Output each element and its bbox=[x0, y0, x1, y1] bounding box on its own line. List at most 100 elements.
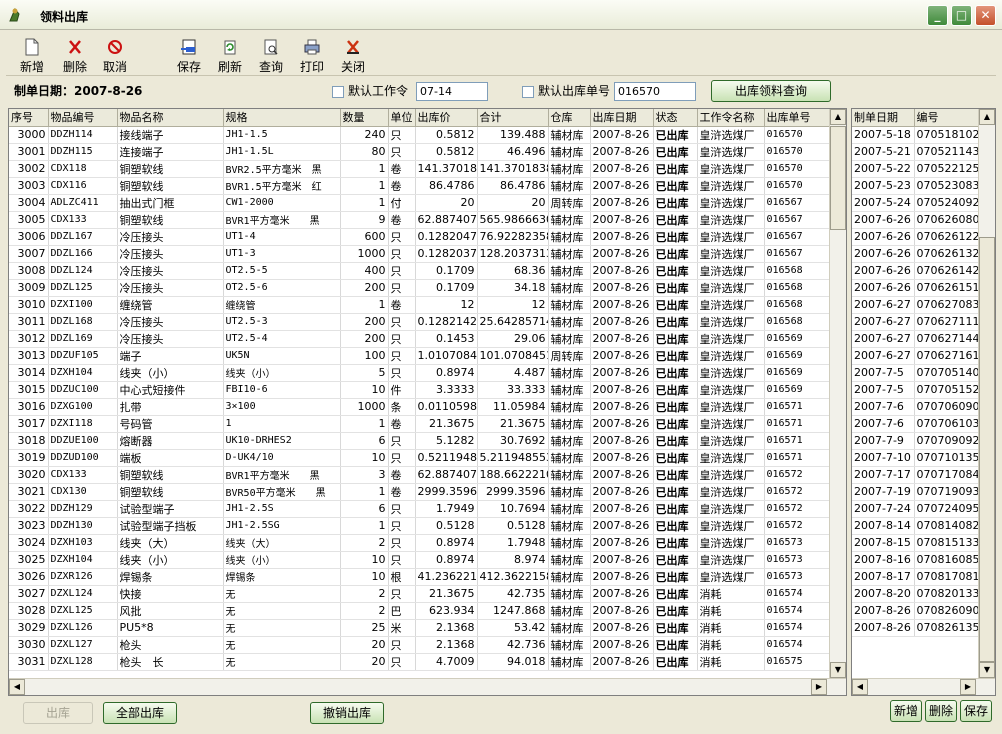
table-cell[interactable]: 已出库 bbox=[653, 160, 698, 178]
table-cell[interactable]: 2007-8-14 bbox=[852, 517, 915, 535]
table-cell[interactable]: 皇浒选煤厂 bbox=[697, 228, 765, 246]
table-row[interactable]: 3005CDX133铜塑软线BVR1平方毫米 黑9卷62.8874070565.… bbox=[9, 211, 832, 229]
table-cell[interactable]: 80 bbox=[340, 143, 389, 161]
table-cell[interactable]: 焊锡条 bbox=[117, 568, 224, 586]
table-cell[interactable]: 2007-8-26 bbox=[590, 551, 654, 569]
list-item[interactable]: 2007-6-26 0706260807 bbox=[852, 211, 995, 229]
table-cell[interactable]: 3002 bbox=[9, 160, 49, 178]
table-cell[interactable]: 412.3622158 bbox=[477, 568, 549, 586]
table-cell[interactable]: 已出库 bbox=[653, 483, 698, 501]
table-cell[interactable]: 016573 bbox=[764, 551, 832, 569]
table-cell[interactable]: DZXG100 bbox=[48, 398, 118, 416]
table-cell[interactable]: 10 bbox=[340, 381, 389, 399]
table-cell[interactable]: 辅材库 bbox=[548, 500, 591, 518]
table-cell[interactable]: 2007-8-26 bbox=[590, 364, 654, 382]
table-cell[interactable]: 已出库 bbox=[653, 262, 698, 280]
table-cell[interactable]: 辅材库 bbox=[548, 228, 591, 246]
table-cell[interactable]: 623.934 bbox=[415, 602, 478, 620]
table-cell[interactable]: DDZH114 bbox=[48, 126, 118, 144]
table-cell[interactable]: 016571 bbox=[764, 432, 832, 450]
table-row[interactable]: 3020CDX133铜塑软线BVR1平方毫米 黑3卷62.8874070188.… bbox=[9, 466, 832, 484]
table-cell[interactable]: 11.05984 bbox=[477, 398, 549, 416]
table-cell[interactable]: 016568 bbox=[764, 279, 832, 297]
table-cell[interactable]: 辅材库 bbox=[548, 245, 591, 263]
table-cell[interactable]: 2 bbox=[340, 534, 389, 552]
table-cell[interactable]: 线夹（小） bbox=[117, 551, 224, 569]
table-cell[interactable]: 1 bbox=[340, 194, 389, 212]
column-header[interactable]: 制单日期 bbox=[852, 109, 915, 127]
table-cell[interactable]: 2007-7-5 bbox=[852, 364, 915, 382]
table-cell[interactable]: 枪头 长 bbox=[117, 653, 224, 671]
table-row[interactable]: 3002 CDX118 铜塑软线 BVR2.5平方毫米 黑 1 卷 141.37018 141… bbox=[9, 160, 832, 178]
list-item[interactable]: 2007-7-19 0707190939 bbox=[852, 483, 995, 501]
column-header[interactable]: 出库价 bbox=[415, 109, 478, 127]
table-cell[interactable]: 10.7694 bbox=[477, 500, 549, 518]
print-button[interactable]: 打印 bbox=[292, 36, 332, 74]
table-cell[interactable]: 卷 bbox=[388, 296, 416, 314]
table-cell[interactable]: 已出库 bbox=[653, 432, 698, 450]
list-item[interactable]: 2007-6-27 0706271441 bbox=[852, 330, 995, 348]
table-cell[interactable]: 016570 bbox=[764, 143, 832, 161]
table-cell[interactable]: 3004 bbox=[9, 194, 49, 212]
table-cell[interactable]: 3007 bbox=[9, 245, 49, 263]
table-cell[interactable]: 2007-8-26 bbox=[590, 194, 654, 212]
table-cell[interactable]: 线夹（大） bbox=[223, 534, 341, 552]
table-cell[interactable]: 2007-5-21 bbox=[852, 143, 915, 161]
table-cell[interactable]: 12 bbox=[477, 296, 549, 314]
table-cell[interactable]: 铜塑软线 bbox=[117, 483, 224, 501]
table-cell[interactable]: 辅材库 bbox=[548, 483, 591, 501]
table-cell[interactable]: 2007-6-26 bbox=[852, 228, 915, 246]
scroll-thumb[interactable] bbox=[830, 126, 846, 230]
table-cell[interactable]: UT1-3 bbox=[223, 245, 341, 263]
list-item[interactable]: 2007-6-27 0706270839 bbox=[852, 296, 995, 314]
table-cell[interactable]: 3023 bbox=[9, 517, 49, 535]
table-cell[interactable]: 皇浒选煤厂 bbox=[697, 143, 765, 161]
table-cell[interactable]: 卷 bbox=[388, 177, 416, 195]
side-horizontal-scrollbar[interactable]: ◀ ▶ bbox=[852, 678, 995, 695]
table-cell[interactable]: 焊锡条 bbox=[223, 568, 341, 586]
table-cell[interactable]: 2007-8-26 bbox=[852, 602, 915, 620]
table-cell[interactable]: 皇浒选煤厂 bbox=[697, 534, 765, 552]
table-cell[interactable]: BVR1.5平方毫米 红 bbox=[223, 177, 341, 195]
table-cell[interactable]: 无 bbox=[223, 636, 341, 654]
table-cell[interactable]: 消耗 bbox=[697, 619, 765, 637]
table-row[interactable]: 3000 DDZH114 接线端子 JH1-1.5 240 只 0.5812 139.488 辅… bbox=[9, 126, 832, 144]
table-cell[interactable]: 皇浒选煤厂 bbox=[697, 483, 765, 501]
table-cell[interactable]: 3005 bbox=[9, 211, 49, 229]
table-cell[interactable]: 皇浒选煤厂 bbox=[697, 364, 765, 382]
table-cell[interactable]: 016572 bbox=[764, 483, 832, 501]
table-cell[interactable]: 2007-8-26 bbox=[590, 636, 654, 654]
table-cell[interactable]: 皇浒选煤厂 bbox=[697, 432, 765, 450]
table-cell[interactable]: 3012 bbox=[9, 330, 49, 348]
table-cell[interactable]: DZXI118 bbox=[48, 415, 118, 433]
table-cell[interactable]: 只 bbox=[388, 313, 416, 331]
table-cell[interactable]: 皇浒选煤厂 bbox=[697, 313, 765, 331]
table-row[interactable]: 3007 DDZL166 冷压接头 UT1-3 1000 只 0.1282037 128.20… bbox=[9, 245, 832, 263]
table-cell[interactable]: 3019 bbox=[9, 449, 49, 467]
main-horizontal-scrollbar[interactable]: ◀ ▶ bbox=[9, 678, 846, 695]
table-cell[interactable]: 消耗 bbox=[697, 602, 765, 620]
table-cell[interactable]: 皇浒选煤厂 bbox=[697, 517, 765, 535]
table-cell[interactable]: 2007-8-26 bbox=[590, 211, 654, 229]
table-row[interactable]: 3021 CDX130 铜塑软线 BVR50平方毫米 黑 1 卷 2999.3596 2999… bbox=[9, 483, 832, 501]
table-cell[interactable]: 016572 bbox=[764, 500, 832, 518]
table-cell[interactable]: 5 bbox=[340, 364, 389, 382]
table-cell[interactable]: 条 bbox=[388, 398, 416, 416]
table-cell[interactable]: BVR2.5平方毫米 黑 bbox=[223, 160, 341, 178]
table-cell[interactable]: 辅材库 bbox=[548, 296, 591, 314]
table-cell[interactable]: 2007-8-26 bbox=[590, 330, 654, 348]
column-header[interactable]: 合计 bbox=[477, 109, 549, 127]
table-cell[interactable]: 2007-8-26 bbox=[590, 228, 654, 246]
table-cell[interactable]: 016572 bbox=[764, 517, 832, 535]
table-cell[interactable]: 3008 bbox=[9, 262, 49, 280]
table-row[interactable]: 3001 DDZH115 连接端子 JH1-1.5L 80 只 0.5812 46.496 辅材… bbox=[9, 143, 832, 161]
table-cell[interactable]: 皇浒选煤厂 bbox=[697, 381, 765, 399]
table-row[interactable]: 3025 DZXH104 线夹（小） 线夹（小） 10 只 0.8974 8.974 辅材库 20… bbox=[9, 551, 832, 569]
table-cell[interactable]: 016574 bbox=[764, 619, 832, 637]
delete-button[interactable]: 删除 bbox=[55, 36, 95, 74]
table-cell[interactable]: 10 bbox=[340, 568, 389, 586]
table-cell[interactable]: 风批 bbox=[117, 602, 224, 620]
table-cell[interactable]: 已出库 bbox=[653, 653, 698, 671]
default-order-checkbox[interactable] bbox=[332, 86, 344, 98]
table-cell[interactable]: 2007-8-26 bbox=[590, 177, 654, 195]
